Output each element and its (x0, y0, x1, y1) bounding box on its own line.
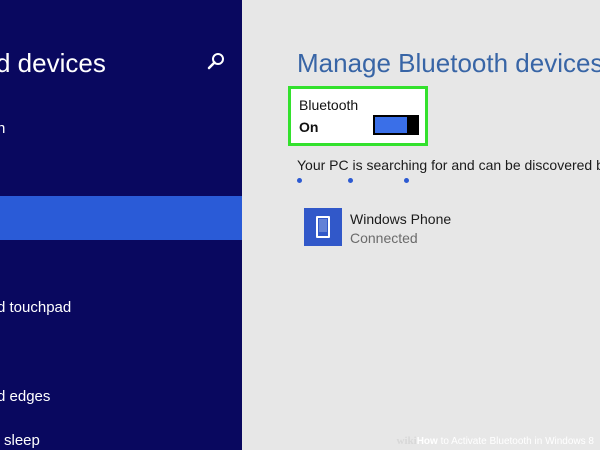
nav-item-0[interactable]: n (0, 108, 242, 152)
left-nav-pane: d devices n d touchpad d edges sleep (0, 0, 242, 450)
device-name: Windows Phone (350, 211, 452, 227)
device-status: Connected (350, 230, 418, 246)
progress-dot (404, 178, 409, 183)
nav-item-bluetooth-selected[interactable] (0, 196, 242, 240)
progress-dot (297, 178, 302, 183)
watermark-rest: to Activate Bluetooth in Windows 8 (437, 436, 594, 447)
nav-title: d devices (0, 48, 106, 78)
progress-dot (348, 178, 353, 183)
nav-item-label: sleep (4, 432, 40, 449)
content-pane: Manage Bluetooth devices Bluetooth On Yo… (242, 0, 600, 450)
nav-item-touchpad[interactable]: d touchpad (0, 287, 242, 331)
bluetooth-label: Bluetooth (299, 97, 359, 113)
toggle-knob[interactable] (407, 115, 419, 135)
nav-item-label: n (0, 120, 6, 137)
page-title: Manage Bluetooth devices (297, 48, 600, 78)
nav-item-label: d edges (0, 388, 51, 405)
nav-item-label: d touchpad (0, 299, 72, 316)
search-icon (207, 53, 224, 70)
watermark-prefix: wiki (396, 435, 417, 447)
watermark-how: How (416, 436, 438, 447)
search-button[interactable] (205, 51, 227, 73)
phone-icon (304, 208, 342, 246)
settings-window: d devices n d touchpad d edges sleep Man… (0, 0, 600, 450)
discovery-status: Your PC is searching for and can be disc… (297, 157, 600, 173)
bluetooth-toggle-panel: Bluetooth On (288, 86, 428, 146)
bluetooth-state: On (299, 119, 319, 135)
nav-item-sleep[interactable]: sleep (0, 420, 242, 450)
nav-item-edges[interactable]: d edges (0, 376, 242, 420)
device-list-item[interactable]: Windows Phone Connected (300, 205, 590, 249)
watermark: wikiHow to Activate Bluetooth in Windows… (397, 435, 595, 447)
bluetooth-toggle[interactable] (373, 115, 419, 135)
